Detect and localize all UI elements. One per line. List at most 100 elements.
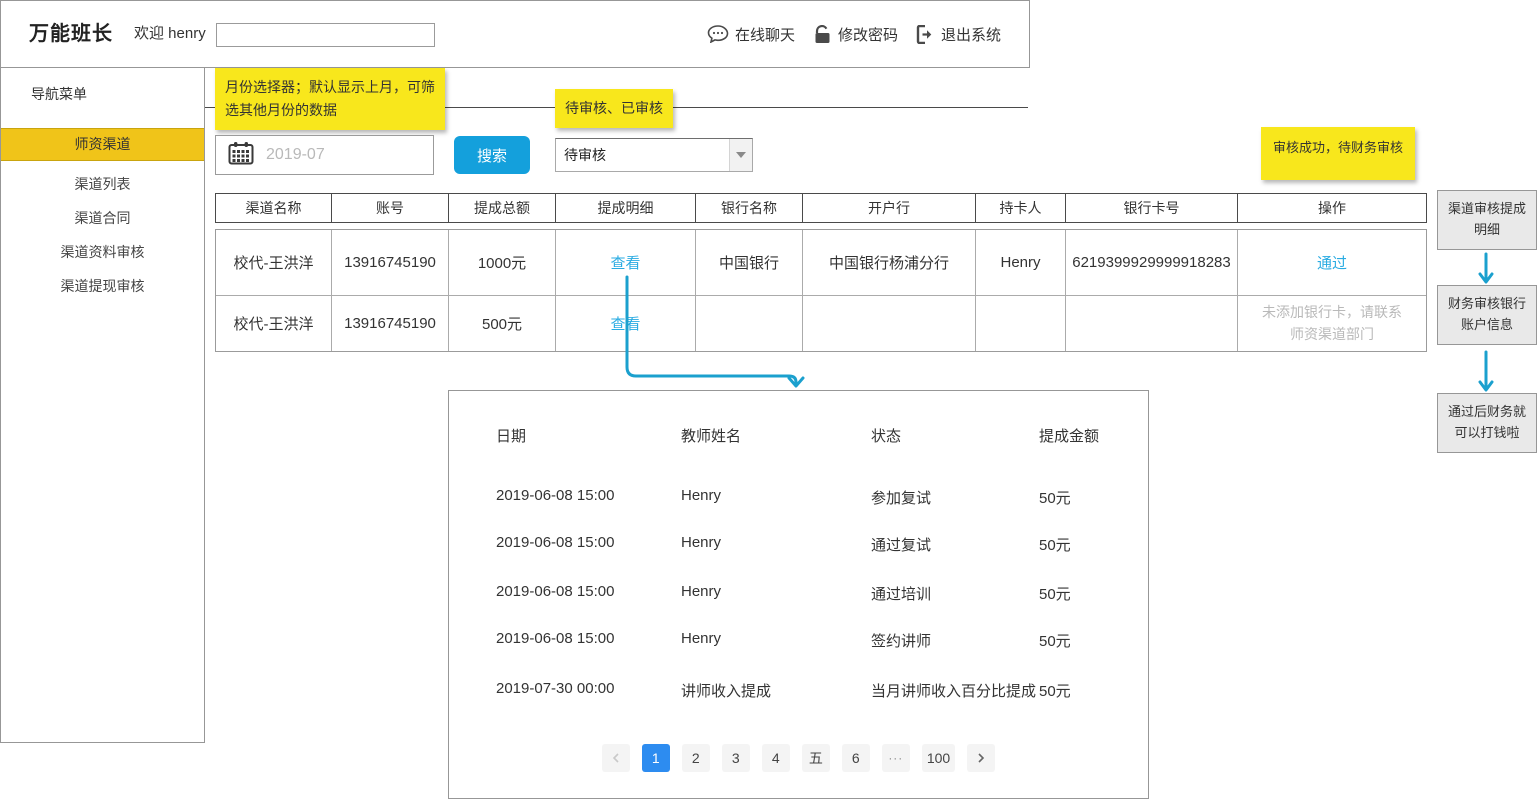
logout-icon (916, 25, 935, 44)
welcome-text: 欢迎 henry (134, 1, 206, 67)
pagination-page-6[interactable]: 6 (842, 744, 870, 772)
approve-link[interactable]: 通过 (1317, 252, 1347, 273)
online-chat-button[interactable]: 在线聊天 (707, 24, 795, 45)
cell-total: 1000元 (449, 230, 556, 296)
detail-row: 2019-06-08 15:00 Henry 签约讲师 50元 (496, 630, 1128, 651)
lock-icon (813, 25, 832, 44)
sidebar-item-channel-list[interactable]: 渠道列表 (1, 167, 204, 201)
channel-table-body: 校代-王洪洋 13916745190 1000元 查看 中国银行 中国银行杨浦分… (215, 229, 1427, 352)
flow-step-payout: 通过后财务就可以打钱啦 (1437, 393, 1537, 453)
column-header-branch: 开户行 (803, 194, 976, 222)
column-header-card: 银行卡号 (1066, 194, 1238, 222)
cell-card-number: 6219399929999918283 (1066, 230, 1238, 296)
month-picker-input[interactable] (264, 145, 433, 165)
sidebar-item-channel-withdraw-audit[interactable]: 渠道提现审核 (1, 269, 204, 303)
sidebar-item-channel-info-audit[interactable]: 渠道资料审核 (1, 235, 204, 269)
detail-cell-teacher: Henry (681, 583, 871, 604)
column-header-action: 操作 (1238, 194, 1426, 222)
column-header-holder: 持卡人 (976, 194, 1066, 222)
change-password-label: 修改密码 (838, 24, 898, 45)
detail-row: 2019-06-08 15:00 Henry 参加复试 50元 (496, 487, 1128, 508)
chevron-left-icon (611, 752, 621, 764)
chat-bubble-icon (707, 25, 729, 43)
detail-cell-status: 签约讲师 (871, 630, 1039, 651)
pagination-page-100[interactable]: 100 (922, 744, 955, 772)
view-detail-link[interactable]: 查看 (610, 313, 640, 334)
logout-label: 退出系统 (941, 24, 1001, 45)
cell-total: 500元 (449, 296, 556, 351)
change-password-button[interactable]: 修改密码 (813, 24, 898, 45)
pagination-ellipsis[interactable]: ··· (882, 744, 910, 772)
pagination-page-4[interactable]: 4 (762, 744, 790, 772)
detail-row: 2019-06-08 15:00 Henry 通过培训 50元 (496, 583, 1128, 604)
chevron-down-icon (736, 152, 746, 158)
dropdown-caret-button[interactable] (729, 139, 752, 171)
chevron-right-icon (976, 752, 986, 764)
detail-cell-status: 通过复试 (871, 534, 1039, 555)
column-header-detail: 提成明细 (556, 194, 696, 222)
header-search-input[interactable] (216, 23, 435, 47)
sidebar-title: 导航菜单 (1, 68, 204, 104)
sidebar: 导航菜单 师资渠道 渠道列表 渠道合同 渠道资料审核 渠道提现审核 (0, 68, 205, 743)
logout-button[interactable]: 退出系统 (916, 24, 1001, 45)
cell-bank: 中国银行 (696, 230, 803, 296)
status-dropdown[interactable]: 待审核 (555, 138, 753, 172)
cell-channel-name: 校代-王洪洋 (216, 296, 332, 351)
detail-row: 2019-06-08 15:00 Henry 通过复试 50元 (496, 534, 1128, 555)
pagination-page-3[interactable]: 3 (722, 744, 750, 772)
commission-detail-panel: 日期 教师姓名 状态 提成金额 2019-06-08 15:00 Henry 参… (448, 390, 1149, 799)
detail-cell-status: 当月讲师收入百分比提成 (871, 680, 1039, 701)
cell-card-number (1066, 296, 1238, 351)
pagination-next-button[interactable] (967, 744, 995, 772)
detail-cell-amount: 50元 (1039, 487, 1128, 508)
flow-arrowhead-1 (1480, 274, 1492, 282)
calendar-icon (216, 141, 264, 170)
detail-cell-status: 参加复试 (871, 487, 1039, 508)
header-actions: 在线聊天 修改密码 退出系统 (707, 1, 1001, 67)
detail-header-teacher: 教师姓名 (681, 425, 871, 446)
cell-holder: Henry (976, 230, 1066, 296)
cell-branch (803, 296, 976, 351)
month-picker-note: 月份选择器；默认显示上月，可筛选其他月份的数据 (215, 68, 445, 130)
search-button[interactable]: 搜索 (454, 136, 530, 174)
detail-cell-teacher: Henry (681, 630, 871, 651)
detail-cell-amount: 50元 (1039, 630, 1128, 651)
sidebar-item-channel-contract[interactable]: 渠道合同 (1, 201, 204, 235)
month-picker-field[interactable] (215, 135, 434, 175)
detail-cell-amount: 50元 (1039, 583, 1128, 604)
column-header-account: 账号 (332, 194, 449, 222)
pagination-page-1[interactable]: 1 (642, 744, 670, 772)
detail-arrowhead (789, 378, 803, 386)
detail-cell-date: 2019-06-08 15:00 (496, 630, 681, 651)
cell-branch: 中国银行杨浦分行 (803, 230, 976, 296)
pagination: 1 2 3 4 五 6 ··· 100 (449, 744, 1148, 772)
detail-cell-teacher: Henry (681, 534, 871, 555)
column-header-bank: 银行名称 (696, 194, 803, 222)
page-canvas: 万能班长 欢迎 henry 在线聊天 修改密码 退出系统 (0, 0, 1537, 802)
detail-cell-teacher: 讲师收入提成 (681, 680, 871, 701)
detail-cell-status: 通过培训 (871, 583, 1039, 604)
column-header-channel: 渠道名称 (216, 194, 332, 222)
pagination-page-2[interactable]: 2 (682, 744, 710, 772)
column-header-total: 提成总额 (449, 194, 556, 222)
detail-cell-date: 2019-06-08 15:00 (496, 487, 681, 508)
audit-success-note: 审核成功，待财务审核 (1261, 127, 1415, 180)
online-chat-label: 在线聊天 (735, 24, 795, 45)
detail-header-status: 状态 (871, 425, 1039, 446)
detail-cell-amount: 50元 (1039, 680, 1128, 701)
cell-bank (696, 296, 803, 351)
flow-step-audit-commission: 渠道审核提成明细 (1437, 190, 1537, 250)
pagination-prev-button[interactable] (602, 744, 630, 772)
status-dropdown-value: 待审核 (556, 139, 729, 171)
pagination-page-5[interactable]: 五 (802, 744, 830, 772)
cell-holder (976, 296, 1066, 351)
sidebar-item-teacher-channel[interactable]: 师资渠道 (1, 128, 204, 161)
cell-account: 13916745190 (332, 230, 449, 296)
cell-channel-name: 校代-王洪洋 (216, 230, 332, 296)
channel-table-header: 渠道名称 账号 提成总额 提成明细 银行名称 开户行 持卡人 银行卡号 操作 (215, 193, 1427, 223)
detail-header-amount: 提成金额 (1039, 425, 1128, 446)
view-detail-link[interactable]: 查看 (610, 252, 640, 273)
no-bank-card-notice: 未添加银行卡，请联系师资渠道部门 (1238, 296, 1426, 351)
detail-row: 2019-07-30 00:00 讲师收入提成 当月讲师收入百分比提成 50元 (496, 680, 1128, 701)
detail-header-date: 日期 (496, 425, 681, 446)
